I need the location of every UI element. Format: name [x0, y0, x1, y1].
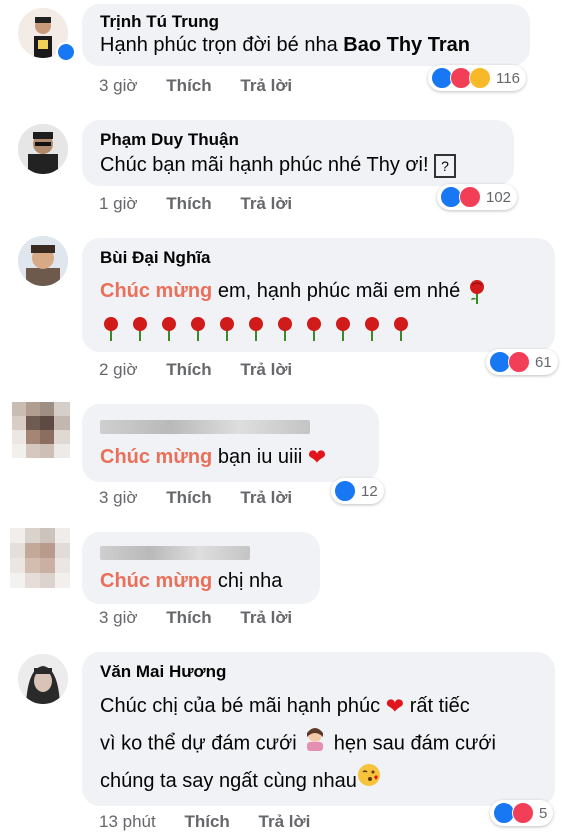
reply-button[interactable]: Trả lời [240, 608, 292, 627]
reply-button[interactable]: Trả lời [259, 812, 311, 831]
verified-badge-icon [56, 42, 76, 62]
comment-bubble: Chúc mừng bạn iu uiii ❤ [82, 404, 379, 482]
reaction-summary[interactable]: 12 [331, 478, 384, 504]
rose-icon [274, 316, 296, 342]
comment-line: Chúc chị của bé mãi hạnh phúc ❤ rất tiếc [100, 688, 496, 725]
comment-text: Chúc chị của bé mãi hạnh phúc ❤ rất tiếc… [100, 688, 496, 799]
like-button[interactable]: Thích [166, 488, 211, 507]
comment-text-body: Chúc bạn mãi hạnh phúc nhé Thy ơi! [100, 154, 429, 176]
reaction-summary[interactable]: 116 [428, 65, 526, 91]
love-icon [508, 351, 530, 373]
like-icon [334, 480, 356, 502]
love-icon [459, 186, 481, 208]
like-button[interactable]: Thích [166, 76, 211, 95]
blurred-author-name [100, 546, 250, 560]
comment-text-body: vì ko thể dự đám cưới [100, 732, 297, 754]
reaction-count: 116 [496, 69, 520, 87]
comment-text-body: rất tiếc [404, 695, 470, 717]
heart-icon: ❤ [385, 693, 405, 719]
rose-icon [245, 316, 267, 342]
like-button[interactable]: Thích [166, 608, 211, 627]
comment-bubble: Chúc mừng chị nha [82, 532, 320, 604]
comment-text-body: chúng ta say ngất cùng nhau [100, 769, 357, 792]
haha-icon [469, 67, 491, 89]
reaction-summary[interactable]: 61 [486, 349, 558, 375]
rose-icon [361, 316, 383, 342]
reaction-count: 102 [486, 188, 512, 206]
comment-bubble: Văn Mai Hương Chúc chị của bé mãi hạnh p… [82, 652, 555, 806]
avatar-blurred[interactable] [10, 528, 70, 588]
reply-button[interactable]: Trả lời [240, 360, 292, 379]
like-button[interactable]: Thích [166, 194, 211, 213]
comment-author[interactable]: Bùi Đại Nghĩa [100, 248, 211, 268]
comment-line: vì ko thể dự đám cưới hẹn sau đám cưới [100, 725, 496, 763]
comment-text-body: bạn iu uiii [212, 446, 303, 468]
avatar[interactable] [18, 124, 68, 174]
reaction-summary[interactable]: 5 [490, 800, 554, 826]
rose-row [100, 316, 412, 342]
comment-time[interactable]: 1 giờ [99, 194, 138, 213]
mention-link[interactable]: Bao Thy Tran [343, 34, 470, 56]
comment-text: Chúc mừng em, hạnh phúc mãi em nhé [100, 274, 488, 308]
like-button[interactable]: Thích [166, 360, 211, 379]
comment-time[interactable]: 3 giờ [99, 608, 138, 627]
rose-icon [332, 316, 354, 342]
highlighted-text: Chúc mừng [100, 280, 213, 302]
comment-bubble: Trịnh Tú Trung Hạnh phúc trọn đời bé nha… [82, 4, 530, 66]
comment-actions: 3 giờ Thích Trả lời [99, 488, 316, 508]
blurred-author-name [100, 420, 310, 434]
comment-text: Chúc mừng chị nha [100, 564, 282, 598]
comment-time[interactable]: 2 giờ [99, 360, 138, 379]
comment-time[interactable]: 3 giờ [99, 488, 138, 507]
comment-text-body: Chúc chị của bé mãi hạnh phúc [100, 695, 381, 717]
love-icon [512, 802, 534, 824]
avatar-blurred[interactable] [12, 402, 70, 458]
comment-actions: 2 giờ Thích Trả lời [99, 360, 316, 380]
comment-text: Chúc bạn mãi hạnh phúc nhé Thy ơi! ? [100, 148, 457, 182]
comment-text-body: chị nha [212, 570, 283, 592]
highlighted-text: Chúc mừng [100, 446, 213, 468]
avatar[interactable] [18, 654, 68, 704]
comment-text-body: Hạnh phúc trọn đời bé nha [100, 34, 344, 56]
rose-icon [303, 316, 325, 342]
comment-actions: 3 giờ Thích Trả lời [99, 608, 316, 628]
woman-shrugging-icon [302, 725, 328, 763]
comment-actions: 3 giờ Thích Trả lời [99, 76, 316, 96]
rose-icon [129, 316, 151, 342]
rose-icon [466, 279, 488, 305]
rose-icon [390, 316, 412, 342]
unknown-emoji-icon: ? [434, 153, 457, 178]
comment-text: Chúc mừng bạn iu uiii ❤ [100, 440, 326, 475]
comment-time[interactable]: 3 giờ [99, 76, 138, 95]
highlighted-text: Chúc mừng [100, 570, 213, 592]
comment-text: Hạnh phúc trọn đời bé nha Bao Thy Tran [100, 28, 470, 62]
comment-author[interactable]: Văn Mai Hương [100, 662, 226, 682]
heart-icon: ❤ [307, 444, 327, 470]
comment-time[interactable]: 13 phút [99, 812, 156, 831]
avatar[interactable] [18, 236, 68, 286]
comment-bubble: Phạm Duy Thuận Chúc bạn mãi hạnh phúc nh… [82, 120, 514, 186]
reaction-count: 5 [539, 804, 548, 822]
rose-icon [158, 316, 180, 342]
comment-text-body: hẹn sau đám cưới [328, 732, 496, 754]
kiss-face-icon [357, 763, 381, 799]
reaction-summary[interactable]: 102 [437, 184, 518, 210]
comment-actions: 13 phút Thích Trả lời [99, 812, 334, 832]
comment-line: chúng ta say ngất cùng nhau [100, 763, 496, 800]
reply-button[interactable]: Trả lời [240, 488, 292, 507]
rose-icon [216, 316, 238, 342]
reaction-count: 61 [535, 353, 552, 371]
reaction-count: 12 [361, 482, 378, 500]
comment-text-body: em, hạnh phúc mãi em nhé [212, 280, 461, 302]
reply-button[interactable]: Trả lời [240, 76, 292, 95]
comment-bubble: Bùi Đại Nghĩa Chúc mừng em, hạnh phúc mã… [82, 238, 555, 352]
comment-author[interactable]: Phạm Duy Thuận [100, 130, 239, 150]
rose-icon [187, 316, 209, 342]
reply-button[interactable]: Trả lời [240, 194, 292, 213]
comment-actions: 1 giờ Thích Trả lời [99, 194, 316, 214]
like-button[interactable]: Thích [184, 812, 229, 831]
rose-icon [100, 316, 122, 342]
